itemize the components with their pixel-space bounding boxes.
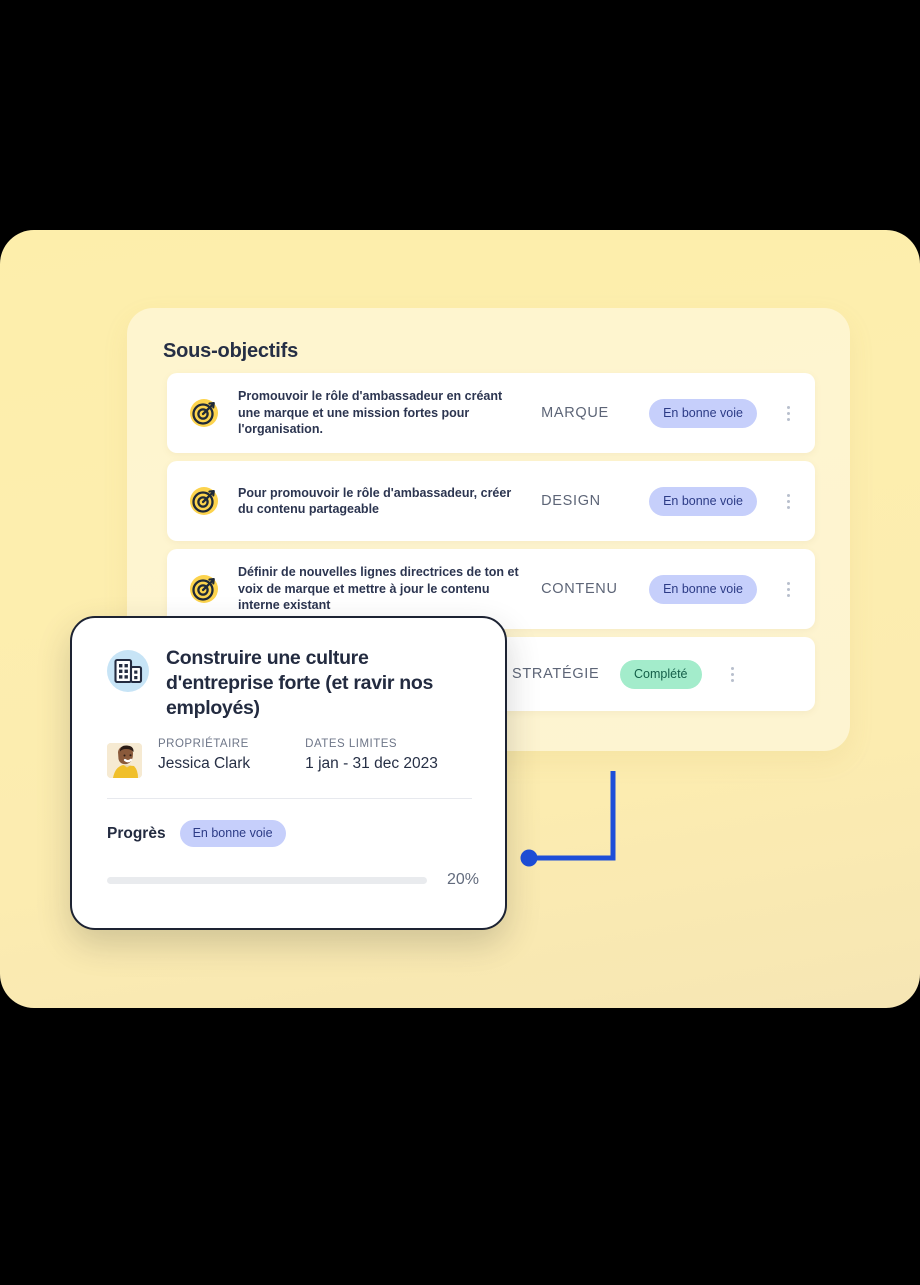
owner-name: Jessica Clark bbox=[158, 755, 251, 772]
dates-value: 1 jan - 31 dec 2023 bbox=[305, 755, 438, 772]
kebab-menu-icon[interactable] bbox=[775, 486, 801, 516]
popup-title: Construire une culture d'entreprise fort… bbox=[166, 647, 434, 719]
status-badge[interactable]: En bonne voie bbox=[649, 574, 757, 604]
owner-label: PROPRIÉTAIRE bbox=[158, 738, 249, 750]
table-row[interactable]: Promouvoir le rôle d'ambassadeur en créa… bbox=[167, 373, 815, 453]
avatar bbox=[107, 743, 142, 778]
progress-bar-row: 20% bbox=[107, 871, 479, 889]
kebab-menu-icon[interactable] bbox=[775, 398, 801, 428]
goal-category: STRATÉGIE bbox=[512, 666, 600, 682]
popup-meta: PROPRIÉTAIRE Jessica Clark DATES LIMITES… bbox=[107, 738, 471, 778]
target-icon bbox=[189, 398, 219, 428]
goal-category: DESIGN bbox=[541, 493, 601, 509]
kebab-menu-icon[interactable] bbox=[720, 659, 746, 689]
owner-field: PROPRIÉTAIRE Jessica Clark bbox=[158, 738, 250, 773]
dates-label: DATES LIMITES bbox=[305, 738, 398, 750]
page-title: Sous-objectifs bbox=[163, 340, 298, 362]
goal-description: Promouvoir le rôle d'ambassadeur en créa… bbox=[238, 389, 503, 437]
progress-percent: 20% bbox=[447, 871, 480, 888]
target-icon bbox=[189, 574, 219, 604]
building-icon bbox=[107, 650, 149, 692]
status-badge[interactable]: En bonne voie bbox=[649, 398, 757, 428]
table-row[interactable]: Pour promouvoir le rôle d'ambassadeur, c… bbox=[167, 461, 815, 541]
goal-description: Définir de nouvelles lignes directrices … bbox=[238, 565, 519, 613]
goal-category: CONTENU bbox=[541, 581, 618, 597]
status-badge[interactable]: En bonne voie bbox=[649, 486, 757, 516]
goal-category: MARQUE bbox=[541, 405, 609, 421]
kebab-menu-icon[interactable] bbox=[775, 574, 801, 604]
goal-detail-popup[interactable]: Construire une culture d'entreprise fort… bbox=[70, 616, 507, 930]
dates-field: DATES LIMITES 1 jan - 31 dec 2023 bbox=[305, 738, 438, 773]
progress-header: Progrès En bonne voie bbox=[107, 820, 471, 847]
status-badge[interactable]: Complété bbox=[620, 659, 702, 689]
connector-line bbox=[500, 755, 640, 885]
popup-header: Construire une culture d'entreprise fort… bbox=[107, 646, 471, 721]
progress-bar-track[interactable] bbox=[107, 876, 427, 884]
divider bbox=[107, 798, 472, 799]
progress-status-badge[interactable]: En bonne voie bbox=[179, 820, 286, 847]
screenshot-root: Sous-objectifs Promouvoir le rôle d'amba… bbox=[0, 0, 920, 1285]
goal-description: Pour promouvoir le rôle d'ambassadeur, c… bbox=[238, 485, 512, 517]
target-icon bbox=[189, 486, 219, 516]
progress-label: Progrès bbox=[107, 824, 166, 842]
